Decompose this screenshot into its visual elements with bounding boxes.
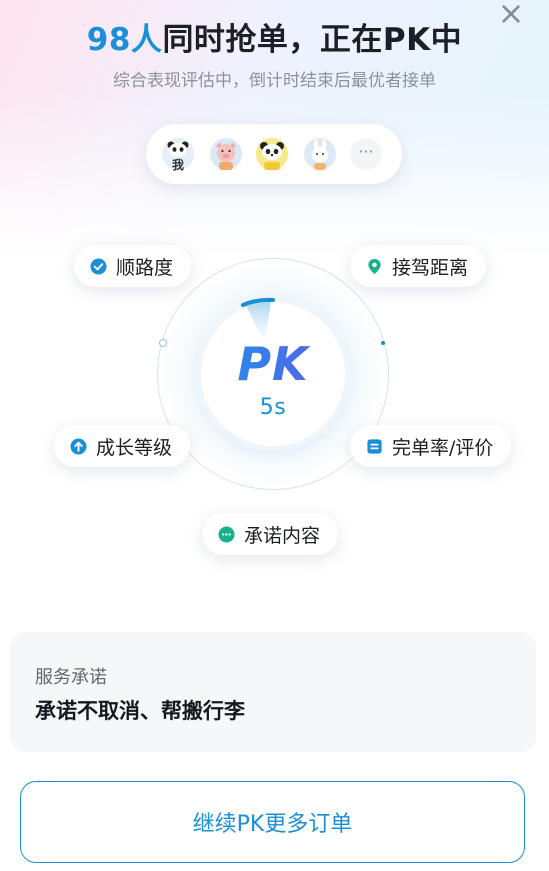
- criteria-label: 完单率/评价: [392, 436, 494, 459]
- panda-avatar-icon: [256, 138, 288, 170]
- avatar-competitor: [304, 138, 336, 170]
- me-tag: 我: [171, 158, 184, 172]
- avatar-me: 我: [162, 138, 194, 172]
- rabbit-avatar-icon: [304, 138, 336, 170]
- document-icon: [367, 438, 382, 454]
- criteria-pickup-distance: 接驾距离: [350, 245, 487, 287]
- page-title: 98人同时抢单，正在PK中: [0, 14, 549, 59]
- service-commitment-card: 服务承诺 承诺不取消、帮搬行李: [10, 632, 536, 752]
- service-label: 服务承诺: [35, 667, 107, 688]
- more-competitors-button[interactable]: ···: [350, 138, 382, 170]
- check-circle-icon: [90, 257, 107, 275]
- ring-dot: [159, 339, 167, 347]
- chat-bubble-icon: [218, 525, 235, 543]
- criteria-completion-rating: 完单率/评价: [350, 425, 512, 467]
- avatar-competitor: [256, 138, 288, 170]
- criteria-label: 承诺内容: [244, 524, 321, 547]
- pig-avatar-icon: [210, 138, 242, 170]
- location-pin-icon: [368, 258, 381, 274]
- continue-pk-more-orders-button[interactable]: 继续PK更多订单: [20, 781, 525, 863]
- competitor-avatars: 我 ···: [146, 124, 402, 184]
- avatar-competitor: [210, 138, 242, 170]
- ring-dot: [381, 341, 385, 345]
- criteria-route-match: 顺路度: [74, 245, 192, 287]
- page-subtitle: 综合表现评估中，倒计时结束后最优者接单: [113, 71, 436, 91]
- criteria-growth-level: 成长等级: [54, 425, 191, 467]
- countdown-timer: 5s: [259, 395, 287, 420]
- service-content: 承诺不取消、帮搬行李: [35, 699, 245, 723]
- pk-logo: PK: [200, 336, 346, 392]
- criteria-label: 成长等级: [96, 436, 173, 459]
- criteria-label: 顺路度: [116, 256, 174, 279]
- criteria-label: 接驾距离: [392, 256, 469, 279]
- title-text: 同时抢单，正在PK中: [162, 22, 463, 58]
- bidder-count: 98人: [86, 22, 163, 58]
- criteria-commitment: 承诺内容: [202, 513, 339, 555]
- arrow-up-circle-icon: [70, 437, 87, 455]
